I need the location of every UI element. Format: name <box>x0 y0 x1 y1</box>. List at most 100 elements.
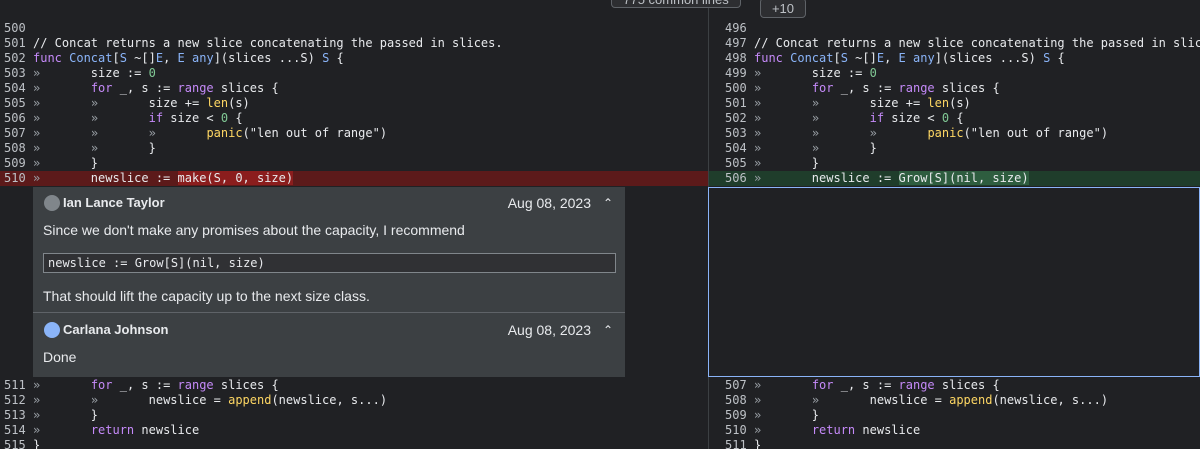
line-number[interactable]: 511 <box>725 438 753 449</box>
code-line[interactable]: 506» » if size < 0 { <box>0 111 708 126</box>
code-token: » <box>811 126 820 140</box>
code-line[interactable]: 498 func Concat[S ~[]E, E any](slices ...… <box>709 51 1200 66</box>
comment-author: Ian Lance Taylor <box>63 195 165 210</box>
common-lines-button[interactable]: 775 common lines <box>611 0 741 8</box>
code-line[interactable]: 513» } <box>0 408 708 423</box>
code-line[interactable]: 509» } <box>709 408 1200 423</box>
line-number[interactable]: 500 <box>4 21 32 36</box>
code-text: » » » panic("len out of range") <box>33 126 387 141</box>
code-token: _, s := <box>833 81 899 95</box>
expand-10-button[interactable]: +10 <box>760 0 806 18</box>
code-line[interactable]: 508» » newslice = append(newslice, s...) <box>709 393 1200 408</box>
line-number[interactable]: 500 <box>725 81 753 96</box>
line-number[interactable]: 506 <box>4 111 32 126</box>
line-number[interactable]: 510 <box>725 423 753 438</box>
code-line[interactable]: 505» } <box>709 156 1200 171</box>
code-text: » } <box>754 156 819 171</box>
line-number[interactable]: 503 <box>4 66 32 81</box>
code-line[interactable]: 509» } <box>0 156 708 171</box>
code-line[interactable]: 507» for _, s := range slices { <box>709 378 1200 393</box>
line-number[interactable]: 508 <box>4 141 32 156</box>
comment-header[interactable]: Ian Lance Taylor Aug 08, 2023 ⌃ <box>33 187 625 217</box>
line-number[interactable]: 501 <box>4 36 32 51</box>
line-number[interactable]: 497 <box>725 36 753 51</box>
code-line[interactable]: 504» » } <box>709 141 1200 156</box>
line-number[interactable]: 511 <box>4 378 32 393</box>
chevron-up-icon[interactable]: ⌃ <box>603 196 613 210</box>
code-token: » <box>869 126 877 140</box>
code-token: E <box>155 51 164 65</box>
chevron-up-icon[interactable]: ⌃ <box>603 323 613 337</box>
line-number[interactable]: 512 <box>4 393 32 408</box>
code-line[interactable]: 497// Concat returns a new slice concate… <box>709 36 1200 51</box>
code-line[interactable]: 508» » } <box>0 141 708 156</box>
line-number[interactable]: 501 <box>725 96 753 111</box>
code-line[interactable]: 501» » size += len(s) <box>709 96 1200 111</box>
code-line[interactable]: 500 <box>0 21 708 36</box>
code-line[interactable]: 503» size := 0 <box>0 66 708 81</box>
code-line[interactable]: 504» for _, s := range slices { <box>0 81 708 96</box>
line-number[interactable]: 515 <box>4 438 32 449</box>
comment-code-snippet: newslice := Grow[S](nil, size) <box>43 253 616 273</box>
code-token: panic <box>206 126 243 140</box>
comment-text: Done <box>43 349 77 365</box>
code-token: » <box>90 126 99 140</box>
code-line[interactable]: 511» for _, s := range slices { <box>0 378 708 393</box>
code-line[interactable]: 505» » size += len(s) <box>0 96 708 111</box>
line-number[interactable]: 504 <box>725 141 753 156</box>
empty-comment-area[interactable] <box>708 187 1200 377</box>
line-number[interactable]: 505 <box>725 156 753 171</box>
code-line[interactable]: 511} <box>709 438 1200 449</box>
line-number[interactable]: 509 <box>725 408 753 423</box>
line-number[interactable]: 502 <box>725 111 753 126</box>
line-number[interactable]: 502 <box>4 51 32 66</box>
code-line[interactable]: 499» size := 0 <box>709 66 1200 81</box>
line-number[interactable]: 513 <box>4 408 32 423</box>
code-token: (newslice, s...) <box>271 393 388 407</box>
line-number[interactable]: 498 <box>725 51 753 66</box>
line-number[interactable]: 496 <box>725 21 753 36</box>
code-line[interactable]: 502 func Concat[S ~[]E, E any](slices ...… <box>0 51 708 66</box>
line-number[interactable]: 509 <box>4 156 32 171</box>
line-number[interactable]: 507 <box>4 126 32 141</box>
code-token: newslice <box>855 423 921 437</box>
code-token: { <box>1050 51 1065 65</box>
line-number[interactable]: 499 <box>725 66 753 81</box>
code-line[interactable]: 510» newslice := make(S, 0, size) <box>0 171 708 186</box>
code-token: » <box>811 141 820 155</box>
code-token: panic <box>927 126 964 140</box>
code-line[interactable]: 501// Concat returns a new slice concate… <box>0 36 708 51</box>
code-line[interactable]: 515} <box>0 438 708 449</box>
code-token: range <box>898 378 935 392</box>
code-line[interactable]: 507» » » panic("len out of range") <box>0 126 708 141</box>
code-token: size += <box>98 96 207 110</box>
code-line[interactable]: 502» » if size < 0 { <box>709 111 1200 126</box>
code-line[interactable]: 500» for _, s := range slices { <box>709 81 1200 96</box>
line-number[interactable]: 514 <box>4 423 32 438</box>
line-number[interactable]: 508 <box>725 393 753 408</box>
code-line[interactable]: 510» return newslice <box>709 423 1200 438</box>
code-token: { <box>329 51 344 65</box>
code-token: size := <box>40 66 149 80</box>
code-line[interactable]: 512» » newslice = append(newslice, s...) <box>0 393 708 408</box>
line-number[interactable]: 506 <box>725 171 753 186</box>
line-number[interactable]: 507 <box>725 378 753 393</box>
line-number[interactable]: 504 <box>4 81 32 96</box>
code-line[interactable]: 514» return newslice <box>0 423 708 438</box>
code-line[interactable]: 506» newslice := Grow[S](nil, size) <box>709 171 1200 186</box>
line-number[interactable]: 503 <box>725 126 753 141</box>
code-text: » » if size < 0 { <box>33 111 243 126</box>
line-number[interactable]: 505 <box>4 96 32 111</box>
code-text: » for _, s := range slices { <box>754 81 1000 96</box>
code-token: range <box>898 81 935 95</box>
code-line[interactable]: 503» » » panic("len out of range") <box>709 126 1200 141</box>
line-number[interactable]: 510 <box>4 171 32 186</box>
comment-header[interactable]: Carlana Johnson Aug 08, 2023 ⌃ <box>33 314 625 344</box>
code-token: size < <box>884 111 942 125</box>
code-line[interactable]: 496 <box>709 21 1200 36</box>
code-text: » size := 0 <box>754 66 877 81</box>
